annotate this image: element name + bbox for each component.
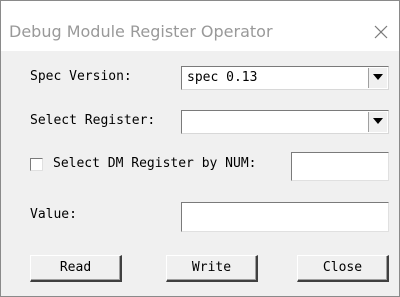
chevron-down-icon[interactable] xyxy=(368,68,387,88)
chevron-down-icon[interactable] xyxy=(368,112,387,132)
select-by-num-label: Select DM Register by NUM: xyxy=(53,156,257,171)
spec-version-dropdown[interactable]: spec 0.13 xyxy=(181,66,389,90)
select-register-dropdown[interactable] xyxy=(181,110,389,134)
spec-version-label: Spec Version: xyxy=(30,69,132,84)
close-button[interactable]: Close xyxy=(297,255,389,282)
window-title: Debug Module Register Operator xyxy=(9,22,273,41)
select-by-num-checkbox[interactable] xyxy=(30,158,43,171)
spec-version-value: spec 0.13 xyxy=(187,70,258,85)
value-label: Value: xyxy=(30,207,77,222)
debug-module-register-dialog: Debug Module Register Operator Spec Vers… xyxy=(0,0,400,297)
title-bar[interactable]: Debug Module Register Operator xyxy=(1,1,399,51)
select-register-label: Select Register: xyxy=(30,113,156,128)
write-button[interactable]: Write xyxy=(166,255,258,282)
value-input[interactable] xyxy=(181,202,389,232)
read-button[interactable]: Read xyxy=(30,255,122,282)
register-num-input[interactable] xyxy=(291,152,389,181)
close-icon[interactable] xyxy=(371,22,391,42)
